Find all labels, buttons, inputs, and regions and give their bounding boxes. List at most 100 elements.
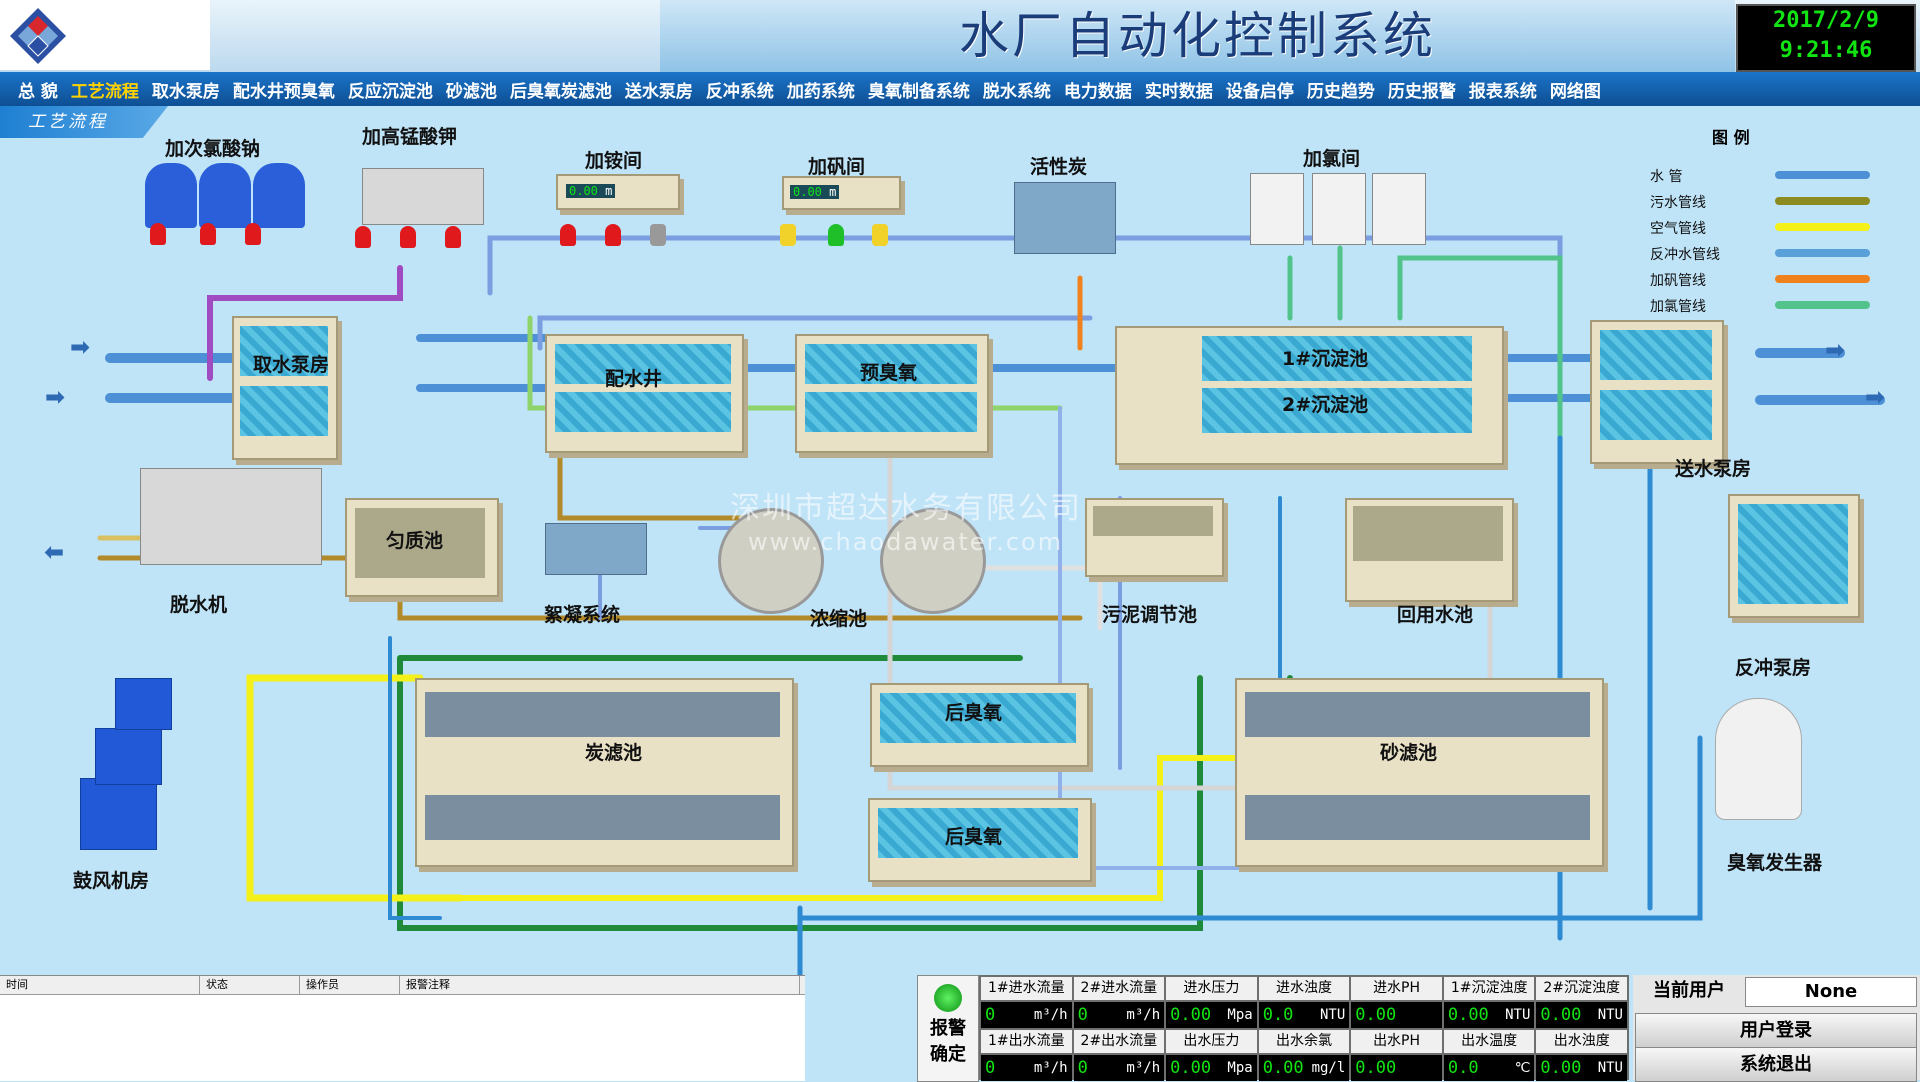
header-bar: 水厂自动化控制系统 2017/2/9 9:21:46 <box>0 0 1920 73</box>
nav-item[interactable]: 网络图 <box>1550 77 1601 102</box>
label-ozone-gen: 臭氧发生器 <box>1727 852 1823 874</box>
nav-item[interactable]: 脱水系统 <box>983 77 1051 102</box>
data-value: 0.0 NTU <box>1258 1002 1350 1028</box>
dosing-pump-icon[interactable] <box>605 224 621 246</box>
alarm-lamp-icon <box>934 984 962 1012</box>
data-value: 0 m³/h <box>981 1055 1072 1081</box>
data-value: 0.00 <box>1351 1055 1442 1081</box>
pre-ozone-tank[interactable] <box>795 334 989 453</box>
carbon-feeder[interactable] <box>1014 182 1116 254</box>
data-value: 0.0 ℃ <box>1443 1055 1535 1081</box>
alarm-col-operator[interactable]: 操作员 <box>300 976 400 994</box>
data-header: 出水PH <box>1351 1030 1442 1053</box>
logo-area <box>0 0 210 70</box>
label-distribution: 配水井 <box>605 368 663 390</box>
chlorinator-3[interactable] <box>1372 173 1426 245</box>
nav-item[interactable]: 报表系统 <box>1469 77 1537 102</box>
nav-item[interactable]: 加药系统 <box>787 77 855 102</box>
backwash-tank[interactable] <box>1728 494 1860 618</box>
alarm-col-time[interactable]: 时间 <box>0 976 200 994</box>
nav-item[interactable]: 后臭氧炭滤池 <box>510 77 612 102</box>
legend-swatch <box>1775 249 1870 257</box>
flow-arrow-icon: ⬅ <box>44 538 65 566</box>
reuse-tank[interactable] <box>1345 498 1514 602</box>
nav-item[interactable]: 历史趋势 <box>1307 77 1375 102</box>
nav-item[interactable]: 工艺流程 <box>71 77 139 102</box>
nav-item[interactable]: 砂滤池 <box>446 77 497 102</box>
data-value-number: 0.00 <box>1355 1058 1397 1078</box>
nav-item[interactable]: 配水井预臭氧 <box>233 77 335 102</box>
dosing-pump-icon[interactable] <box>445 226 461 248</box>
legend-swatch <box>1775 223 1870 231</box>
sludge-adjust-tank[interactable] <box>1085 498 1224 577</box>
dosing-pump-icon[interactable] <box>400 226 416 248</box>
logout-button[interactable]: 系统退出 <box>1635 1047 1917 1082</box>
nav-item[interactable]: 电力数据 <box>1064 77 1132 102</box>
dosing-pump-icon[interactable] <box>245 223 261 245</box>
dosing-pump-icon[interactable] <box>780 224 796 246</box>
label-chlorine: 加氯间 <box>1303 148 1361 170</box>
dosing-pump-icon[interactable] <box>872 224 888 246</box>
alarm-list[interactable]: 时间 状态 操作员 报警注释 <box>0 975 805 1081</box>
data-value: 0.00 <box>1351 1002 1442 1028</box>
nav-item[interactable]: 设备启停 <box>1226 77 1294 102</box>
nav-item[interactable]: 实时数据 <box>1145 77 1213 102</box>
legend-swatch <box>1775 275 1870 283</box>
ammonium-tank[interactable]: 0.00 m <box>556 174 680 210</box>
intake-pump-house[interactable] <box>232 316 338 460</box>
dosing-pump-icon[interactable] <box>650 224 666 246</box>
current-user-value: None <box>1745 977 1917 1007</box>
data-value-unit: NTU <box>1597 1060 1623 1076</box>
blower-1[interactable] <box>80 778 157 850</box>
alum-tank[interactable]: 0.00 m <box>782 176 901 210</box>
post-ozone-1[interactable] <box>870 683 1089 767</box>
legend-item: 空气管线 <box>1650 218 1870 238</box>
dosing-pump-icon[interactable] <box>150 223 166 245</box>
data-value-unit: NTU <box>1597 1007 1623 1023</box>
permanganate-unit[interactable] <box>362 168 484 225</box>
label-post-ozone: 后臭氧 <box>945 702 1003 724</box>
login-button[interactable]: 用户登录 <box>1635 1013 1917 1048</box>
dosing-pump-icon[interactable] <box>828 224 844 246</box>
supply-pump-house[interactable] <box>1590 320 1724 464</box>
clock-date: 2017/2/9 <box>1773 8 1879 33</box>
dosing-pump-icon[interactable] <box>355 226 371 248</box>
alarm-ack-button[interactable]: 报警 确定 <box>917 975 979 1082</box>
label-supply: 送水泵房 <box>1675 458 1752 480</box>
blower-3[interactable] <box>115 678 172 730</box>
hypochlorite-tanks[interactable] <box>145 163 305 233</box>
nav-item[interactable]: 取水泵房 <box>152 77 220 102</box>
dosing-pump-icon[interactable] <box>200 223 216 245</box>
label-thickener: 浓缩池 <box>810 608 868 630</box>
distribution-well[interactable] <box>545 334 744 453</box>
data-value-unit: Mpa <box>1227 1060 1253 1076</box>
chlorinator-2[interactable] <box>1312 173 1366 245</box>
subtab-process-flow[interactable]: 工艺流程 <box>0 106 168 138</box>
flocculation-unit[interactable] <box>545 523 647 575</box>
label-carbon: 活性炭 <box>1030 156 1088 178</box>
flow-arrow-icon: ➡ <box>1865 383 1886 411</box>
nav-item[interactable]: 臭氧制备系统 <box>868 77 970 102</box>
chlorinator-1[interactable] <box>1250 173 1304 245</box>
label-sed2: 2#沉淀池 <box>1282 394 1369 416</box>
data-value: 0.00 mg/l <box>1258 1055 1350 1081</box>
label-blower: 鼓风机房 <box>73 870 150 892</box>
carbon-filter[interactable] <box>415 678 794 867</box>
nav-item[interactable]: 反冲系统 <box>706 77 774 102</box>
nav-item[interactable]: 历史报警 <box>1388 77 1456 102</box>
alarm-col-status[interactable]: 状态 <box>200 976 300 994</box>
dewater-machine[interactable] <box>140 468 322 565</box>
company-logo <box>10 8 66 64</box>
alarm-col-note[interactable]: 报警注释 <box>400 976 800 994</box>
dosing-pump-icon[interactable] <box>560 224 576 246</box>
label-permanganate: 加高锰酸钾 <box>362 126 458 148</box>
nav-item[interactable]: 送水泵房 <box>625 77 693 102</box>
nav-item[interactable]: 反应沉淀池 <box>348 77 433 102</box>
data-value-number: 0 <box>1077 1005 1088 1025</box>
blower-2[interactable] <box>95 728 162 785</box>
sand-filter[interactable] <box>1235 678 1604 867</box>
ozone-generator[interactable] <box>1715 698 1802 820</box>
data-value-number: 0.0 <box>1262 1005 1294 1025</box>
data-value-unit: m³/h <box>1126 1007 1161 1023</box>
nav-item[interactable]: 总 貌 <box>18 77 58 102</box>
